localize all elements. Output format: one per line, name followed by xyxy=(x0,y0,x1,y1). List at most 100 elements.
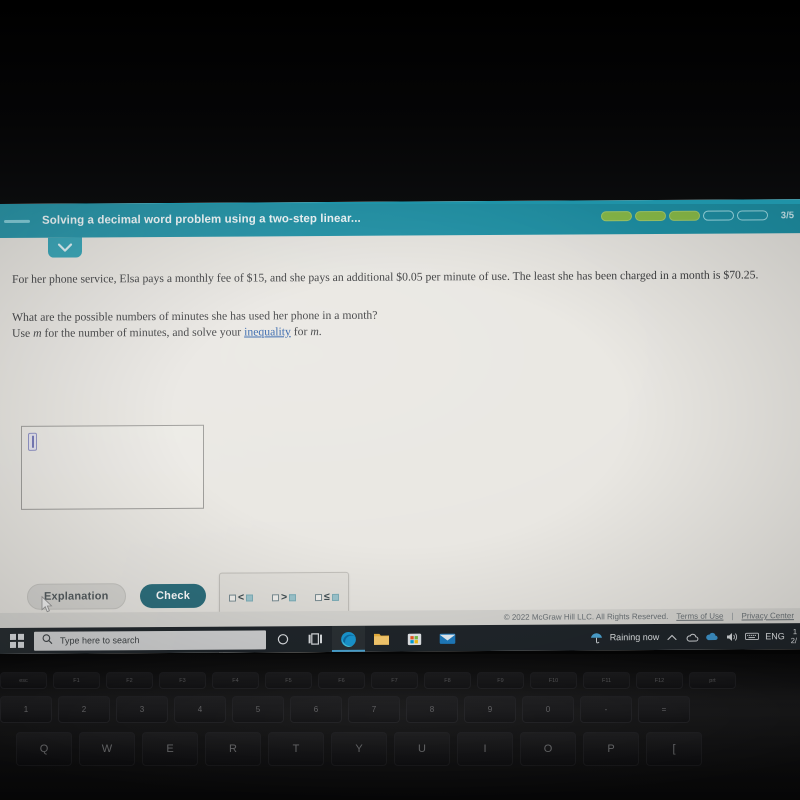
action-buttons: Explanation Check xyxy=(27,583,207,610)
keyboard-key: F6 xyxy=(318,672,365,689)
keyboard-key: prt xyxy=(689,672,736,689)
question-post: for xyxy=(290,325,311,339)
keyboard-key: 9 xyxy=(464,696,516,723)
laptop-keyboard: esc F1 F2 F3 F4 F5 F6 F7 F8 F9 F10 F11 F12 prt 123456… xyxy=(0,654,800,800)
collapse-header-tab[interactable] xyxy=(48,237,82,258)
keyboard-key: Q xyxy=(16,732,72,766)
problem-body: For her phone service, Elsa pays a month… xyxy=(0,253,800,598)
placeholder-square-icon xyxy=(272,593,279,601)
mail-icon[interactable] xyxy=(431,625,464,651)
keyboard-key: 0 xyxy=(522,696,574,723)
page-title: Solving a decimal word problem using a t… xyxy=(42,212,361,227)
answer-input[interactable] xyxy=(21,424,204,510)
menu-dash-icon[interactable] xyxy=(4,219,30,223)
progress-label: 3/5 xyxy=(780,210,794,222)
keyboard-key: 8 xyxy=(406,696,458,723)
keyboard-key: R xyxy=(205,732,261,766)
problem-question: What are the possible numbers of minutes… xyxy=(12,307,532,342)
keyboard-key: 4 xyxy=(174,696,226,723)
search-placeholder: Type here to search xyxy=(60,635,140,646)
keyboard-key: 1 xyxy=(0,696,52,723)
problem-statement: For her phone service, Elsa pays a month… xyxy=(12,268,759,286)
progress-bar xyxy=(601,210,768,222)
keyboard-key: = xyxy=(638,696,690,723)
keyboard-key: 3 xyxy=(116,696,168,723)
progress-segment xyxy=(737,210,768,221)
cortana-circle-icon[interactable] xyxy=(266,626,299,652)
taskbar-search-box[interactable]: Type here to search xyxy=(34,629,266,651)
keyboard-key: F8 xyxy=(424,672,471,689)
keyboard-key: esc xyxy=(0,672,47,689)
keyboard-key: - xyxy=(580,696,632,723)
keyboard-key: 2 xyxy=(58,696,110,723)
language-indicator[interactable]: ENG xyxy=(765,631,785,641)
clock-time: 1 xyxy=(792,627,797,637)
placeholder-square-filled-icon xyxy=(246,593,254,601)
operator-glyph: > xyxy=(281,591,288,604)
keyboard-key: F12 xyxy=(636,672,683,689)
palette-key-greater-than[interactable]: > xyxy=(272,591,297,604)
keyboard-key: T xyxy=(268,732,324,766)
keyboard-key: F7 xyxy=(371,672,418,689)
palette-key-less-than-or-equal[interactable]: ≤ xyxy=(315,591,339,603)
progress-segment xyxy=(635,210,666,222)
operator-glyph: < xyxy=(238,591,245,604)
footer-separator: | xyxy=(731,611,734,621)
inequality-link[interactable]: inequality xyxy=(244,325,291,338)
explanation-button[interactable]: Explanation xyxy=(27,583,126,610)
clock-date: 2/ xyxy=(790,636,797,646)
keyboard-key: [ xyxy=(646,732,702,766)
touch-keyboard-icon[interactable] xyxy=(745,629,760,643)
keyboard-key: 6 xyxy=(290,696,342,723)
windows-taskbar: Type here to search Raining now ENG 1 2/ xyxy=(0,623,800,654)
keyboard-key: O xyxy=(520,732,576,766)
start-button[interactable] xyxy=(0,634,34,648)
windows-logo-icon xyxy=(10,634,24,648)
task-view-icon[interactable] xyxy=(299,626,332,652)
question-line-2: Use m for the number of minutes, and sol… xyxy=(12,323,532,342)
keyboard-letter-row: Q W E R T Y U I O P[ xyxy=(16,732,800,766)
keyboard-key: E xyxy=(142,732,198,766)
keyboard-key: F5 xyxy=(265,672,312,689)
palette-key-less-than[interactable]: < xyxy=(229,591,254,604)
keyboard-key: F9 xyxy=(477,672,524,689)
microsoft-store-icon[interactable] xyxy=(398,625,431,651)
weather-text[interactable]: Raining now xyxy=(610,632,660,642)
keyboard-key: F2 xyxy=(106,672,153,689)
keyboard-key: Y xyxy=(331,732,387,766)
progress-segment xyxy=(601,211,632,222)
cloud-icon[interactable] xyxy=(705,630,719,644)
search-icon xyxy=(42,632,53,650)
keyboard-key: 5 xyxy=(232,696,284,723)
keyboard-function-row: esc F1 F2 F3 F4 F5 F6 F7 F8 F9 F10 F11 F12 prt xyxy=(0,672,800,689)
placeholder-square-filled-icon xyxy=(331,593,339,601)
app-header: Solving a decimal word problem using a t… xyxy=(0,199,800,238)
check-button[interactable]: Check xyxy=(140,583,207,609)
onedrive-icon[interactable] xyxy=(685,630,699,644)
edge-browser-icon[interactable] xyxy=(332,625,365,652)
volume-icon[interactable] xyxy=(725,629,739,643)
text-caret-icon xyxy=(28,432,37,451)
file-explorer-icon[interactable] xyxy=(365,626,398,652)
placeholder-square-icon xyxy=(229,594,236,602)
variable-m-2: m xyxy=(310,325,319,339)
keyboard-key: I xyxy=(457,732,513,766)
keyboard-key: F3 xyxy=(159,672,206,689)
terms-of-use-link[interactable]: Terms of Use xyxy=(676,612,723,621)
progress-segment xyxy=(703,210,734,221)
privacy-center-link[interactable]: Privacy Center xyxy=(742,611,794,620)
chevron-down-icon xyxy=(57,243,73,253)
question-pre: Use xyxy=(12,326,34,340)
keyboard-number-row: 1 2 3 4 5 6 7 8 9 0- = xyxy=(0,696,800,723)
keyboard-key: W xyxy=(79,732,135,766)
keyboard-key: P xyxy=(583,732,639,766)
laptop-screen: Solving a decimal word problem using a t… xyxy=(0,199,800,654)
system-tray: Raining now ENG 1 2/ xyxy=(590,627,800,646)
clock[interactable]: 1 2/ xyxy=(791,627,798,645)
show-hidden-icons-chevron[interactable] xyxy=(665,630,679,644)
photo-of-laptop-screen: Solving a decimal word problem using a t… xyxy=(0,0,800,800)
umbrella-icon[interactable] xyxy=(590,630,604,644)
keyboard-key: 7 xyxy=(348,696,400,723)
keyboard-key: F10 xyxy=(530,672,577,689)
progress-segment xyxy=(669,210,700,221)
